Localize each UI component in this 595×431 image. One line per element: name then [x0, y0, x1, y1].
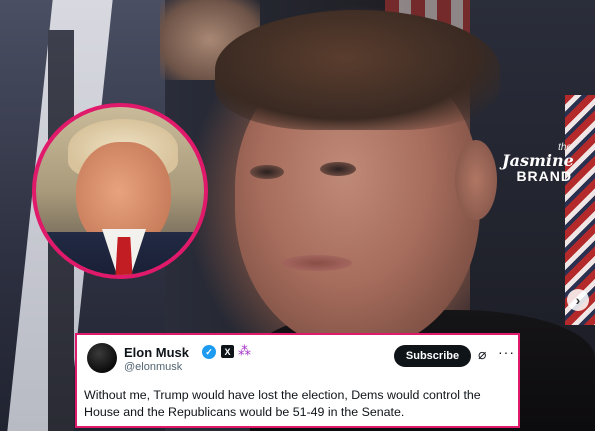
more-options-icon[interactable]: ···	[498, 344, 515, 360]
watermark-jasmine: Jasmine	[502, 151, 574, 170]
community-icon: ⁂	[238, 343, 251, 358]
grok-icon[interactable]: ⌀	[478, 346, 486, 363]
musk-eye-left	[250, 165, 284, 179]
tweet-text: Without me, Trump would have lost the el…	[84, 388, 481, 419]
musk-mouth	[282, 255, 352, 271]
subscribe-button[interactable]: Subscribe	[394, 345, 471, 367]
x-logo-icon: X	[221, 345, 234, 358]
musk-hair	[215, 10, 500, 130]
author-handle[interactable]: @elonmusk	[124, 361, 182, 373]
watermark-brand: BRAND	[516, 168, 572, 184]
carousel-next-glyph: ›	[575, 292, 581, 308]
trump-inset-photo	[32, 103, 208, 279]
verified-badge-icon: ✓	[202, 345, 216, 359]
trump-tie	[115, 237, 133, 275]
musk-ear	[455, 140, 497, 220]
chevron-right-icon[interactable]: ›	[567, 289, 589, 311]
jasmine-brand-watermark: the Jasmine BRAND	[502, 143, 574, 184]
tweet-card: Elon Musk ✓ X ⁂ @elonmusk Subscribe ⌀ ··…	[75, 333, 520, 428]
avatar[interactable]	[87, 343, 117, 373]
musk-eye-right	[320, 162, 356, 176]
author-name[interactable]: Elon Musk	[124, 345, 189, 360]
